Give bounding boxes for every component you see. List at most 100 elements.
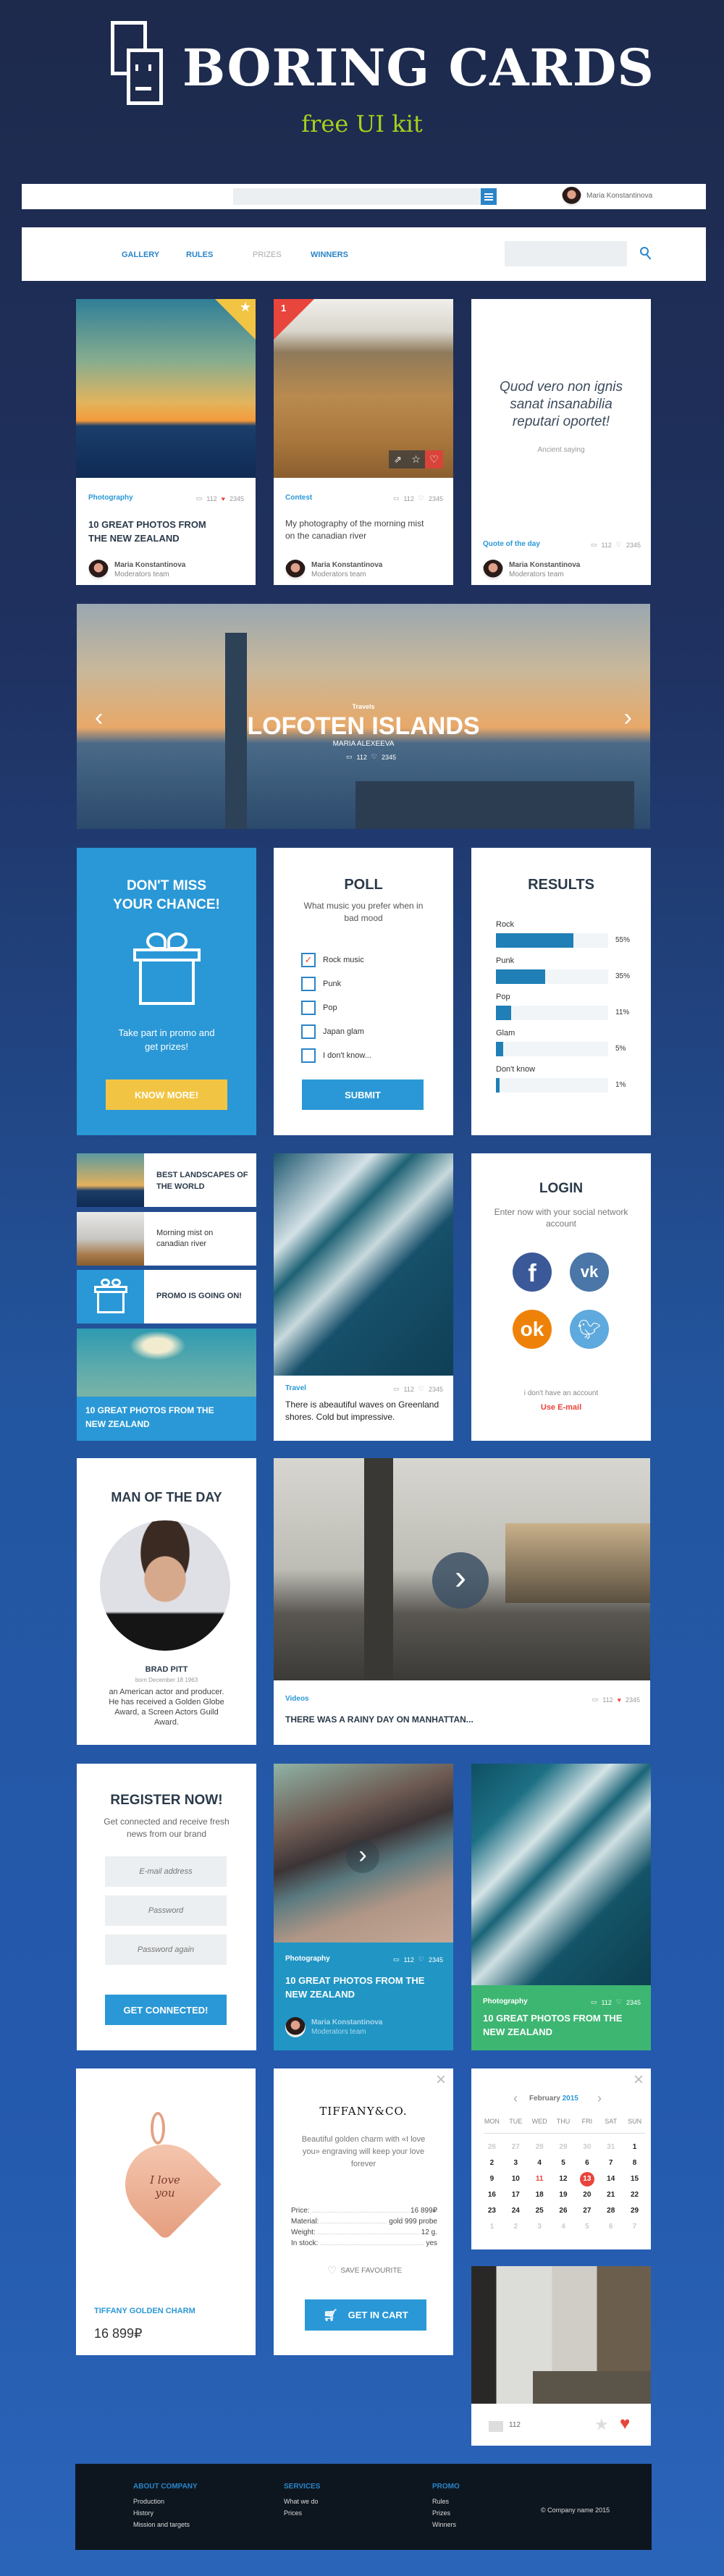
calendar-day[interactable]: 25 (532, 2204, 547, 2218)
calendar-day[interactable]: 4 (532, 2156, 547, 2171)
calendar-day[interactable]: 17 (508, 2188, 523, 2202)
calendar-day[interactable]: 3 (532, 2220, 547, 2234)
get-in-cart-button[interactable]: 🛒︎ GET IN CART (305, 2299, 426, 2331)
footer-link[interactable]: What we do (284, 2496, 320, 2507)
footer-link[interactable]: History (133, 2507, 198, 2519)
calendar-day[interactable]: 3 (508, 2156, 523, 2171)
calendar-day[interactable]: 5 (580, 2220, 594, 2234)
heart-icon[interactable]: ♡ (418, 1385, 424, 1393)
mini-item-mist[interactable]: Morning mist on canadian river (77, 1212, 256, 1266)
nav-gallery[interactable]: GALLERY (122, 251, 159, 259)
get-connected-button[interactable]: GET CONNECTED! (105, 1995, 227, 2025)
footer-link[interactable]: Rules (432, 2496, 460, 2507)
calendar-day[interactable]: 30 (580, 2140, 594, 2155)
chevron-right-icon[interactable]: › (346, 1840, 379, 1873)
calendar-day[interactable]: 8 (628, 2156, 642, 2171)
know-more-button[interactable]: KNOW MORE! (106, 1079, 227, 1110)
calendar-day[interactable]: 14 (604, 2172, 618, 2186)
calendar-day[interactable]: 6 (580, 2156, 594, 2171)
star-icon[interactable]: ★ (240, 300, 251, 315)
mini-item-landscapes[interactable]: BEST LANDSCAPES OF THE WORLD (77, 1153, 256, 1207)
footer-link[interactable]: Mission and targets (133, 2519, 198, 2530)
calendar-day[interactable]: 18 (532, 2188, 547, 2202)
top-search-input[interactable] (233, 188, 481, 205)
calendar-day[interactable]: 7 (628, 2220, 642, 2234)
close-icon[interactable]: × (634, 2070, 644, 2090)
email-field[interactable] (105, 1856, 227, 1887)
calendar-day[interactable]: 2 (508, 2220, 523, 2234)
user-name[interactable]: Maria Konstantinova (586, 192, 652, 200)
portrait-image[interactable] (100, 1520, 230, 1651)
search-icon[interactable] (640, 247, 653, 261)
calendar-day[interactable]: 31 (604, 2140, 618, 2155)
checkbox[interactable] (301, 1048, 316, 1063)
star-icon[interactable]: ☆ (407, 450, 425, 468)
author[interactable]: Maria Konstantinova Moderators team (285, 2017, 382, 2037)
author[interactable]: Maria Konstantinova Moderators team (88, 560, 185, 580)
heart-icon[interactable]: ♡ (425, 450, 443, 468)
calendar-day[interactable]: 9 (484, 2172, 499, 2186)
product-card[interactable]: I love you TIFFANY GOLDEN CHARM 16 899₽ (76, 2068, 256, 2355)
author[interactable]: Maria Konstantinova Moderators team (483, 560, 580, 580)
calendar-day[interactable]: 1 (484, 2220, 499, 2234)
calendar-day[interactable]: 21 (604, 2188, 618, 2202)
card-title[interactable]: 10 GREAT PHOTOS FROM THE NEW ZEALAND (88, 518, 219, 545)
quote-card[interactable]: Quod vero non ignis sanat insanabilia re… (471, 299, 651, 585)
calendar-day[interactable]: 26 (556, 2204, 571, 2218)
calendar-day[interactable]: 15 (628, 2172, 642, 2186)
calendar-day[interactable]: 28 (532, 2140, 547, 2155)
password-field[interactable] (105, 1895, 227, 1926)
calendar-day[interactable]: 23 (484, 2204, 499, 2218)
calendar-day[interactable]: 4 (556, 2220, 571, 2234)
calendar-day[interactable]: 28 (604, 2204, 618, 2218)
nav-rules[interactable]: RULES (186, 251, 213, 259)
card-category[interactable]: Photography (285, 1955, 330, 1963)
close-icon[interactable]: × (436, 2070, 446, 2090)
calendar-day[interactable]: 24 (508, 2204, 523, 2218)
heart-icon[interactable]: ♡ (616, 541, 622, 549)
calendar-day[interactable]: 5 (556, 2156, 571, 2171)
card-text[interactable]: There is abeautiful waves on Greenland s… (285, 1399, 441, 1423)
calendar-day[interactable]: 1 (628, 2140, 642, 2155)
photo-card-small[interactable]: 112 ★ ♥ (471, 2266, 651, 2446)
poll-option[interactable]: Punk (301, 972, 432, 996)
password-again-field[interactable] (105, 1935, 227, 1965)
author[interactable]: Maria Konstantinova Moderators team (285, 560, 382, 580)
heart-icon[interactable]: ♡ (418, 1956, 424, 1963)
hamburger-icon[interactable] (481, 188, 497, 205)
card-title[interactable]: 10 GREAT PHOTOS FROM THE NEW ZEALAND (285, 1974, 437, 2001)
hero-author[interactable]: MARIA ALEXEEVA (77, 740, 650, 748)
poll-option[interactable]: I don't know... (301, 1043, 432, 1067)
hero-category[interactable]: Travels (77, 703, 650, 710)
calendar-day[interactable]: 27 (580, 2204, 594, 2218)
calendar-day[interactable]: 26 (484, 2140, 499, 2155)
footer-link[interactable]: Prices (284, 2507, 320, 2519)
submit-button[interactable]: SUBMIT (302, 1079, 424, 1110)
calendar-day[interactable]: 11 (532, 2172, 547, 2186)
calendar-day[interactable]: 20 (580, 2188, 594, 2202)
hero-title[interactable]: LOFOTEN ISLANDS (77, 712, 650, 741)
facebook-icon[interactable]: f (513, 1253, 552, 1292)
checkbox[interactable]: ✓ (301, 952, 316, 967)
calendar-day[interactable]: 22 (628, 2188, 642, 2202)
calendar-day[interactable]: 12 (556, 2172, 571, 2186)
footer-link[interactable]: Winners (432, 2519, 460, 2530)
green-card[interactable]: Photography ▭ 112 ♡ 2345 10 GREAT PHOTOS FR… (471, 1764, 651, 2050)
product-name[interactable]: TIFFANY GOLDEN CHARM (94, 2307, 195, 2315)
mini-item-promo[interactable]: PROMO IS GOING ON! (77, 1270, 256, 1323)
star-icon[interactable]: ★ (594, 2415, 609, 2434)
card-title[interactable]: 10 GREAT PHOTOS FROM THE NEW ZEALAND (483, 2011, 635, 2039)
poll-option[interactable]: Pop (301, 996, 432, 1019)
calendar-day[interactable]: 29 (556, 2140, 571, 2155)
nav-prizes[interactable]: PRIZES (253, 251, 282, 259)
heart-icon[interactable]: ♡ (371, 753, 377, 761)
share-icon[interactable]: ⇗ (389, 450, 407, 468)
mini-item-newzealand[interactable]: 10 GREAT PHOTOS FROM THE NEW ZEALAND (77, 1329, 256, 1441)
play-button[interactable]: › (432, 1552, 489, 1609)
calendar-prev-icon[interactable]: ‹ (513, 2091, 518, 2106)
checkbox[interactable] (301, 1000, 316, 1015)
card-category[interactable]: Videos (285, 1695, 309, 1703)
card-category[interactable]: Travel (285, 1384, 306, 1392)
twitter-icon[interactable]: 🐦︎ (570, 1310, 609, 1349)
card-category[interactable]: Photography (88, 494, 133, 502)
